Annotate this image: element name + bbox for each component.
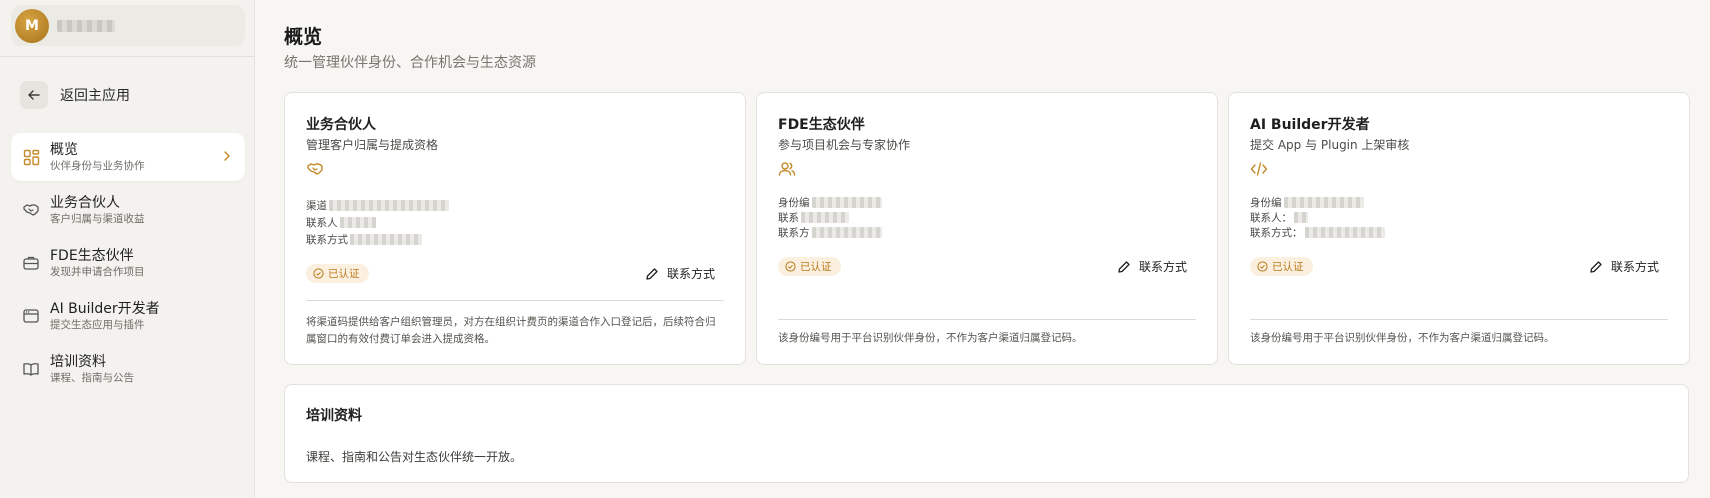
- contact-person-field: 联系人: [306, 215, 376, 230]
- divider: [778, 319, 1196, 320]
- sidebar-item-sublabel: 伙伴身份与业务协作: [50, 160, 145, 172]
- field-label: 联系: [778, 212, 799, 224]
- contact-button-label: 联系方式: [1138, 260, 1187, 274]
- verified-badge: 已认证: [306, 264, 369, 283]
- check-circle-icon: [313, 268, 324, 279]
- avatar[interactable]: M: [15, 8, 49, 43]
- field-label: 联系人: [306, 217, 338, 229]
- back-to-main-app[interactable]: 返回主应用: [20, 81, 130, 109]
- card-title: 业务合伙人: [306, 117, 376, 133]
- user-chip[interactable]: M: [11, 5, 245, 46]
- contact-info-field: 联系方: [778, 225, 882, 240]
- divider: [1250, 319, 1668, 320]
- contact-person-field: 联系: [778, 210, 849, 225]
- sidebar-divider: [0, 56, 254, 57]
- field-label: 联系方式: [306, 234, 348, 246]
- code-icon: [1250, 160, 1268, 178]
- sidebar-item-overview[interactable]: 概览 伙伴身份与业务协作: [11, 133, 245, 181]
- page-title: 概览: [284, 26, 323, 48]
- sidebar: M 返回主应用 概览 伙伴身份与业务协作 业务合伙人 客户归属与渠道收益 FDE…: [0, 0, 255, 498]
- pencil-icon: [646, 267, 658, 280]
- redacted-value: [339, 217, 376, 228]
- card-note: 该身份编号用于平台识别伙伴身份，不作为客户渠道归属登记码。: [778, 332, 1083, 344]
- sidebar-item-sublabel: 发现并申请合作项目: [50, 266, 145, 278]
- field-label: 联系方: [778, 227, 810, 239]
- contact-button[interactable]: 联系方式: [645, 265, 715, 282]
- users-icon: [778, 160, 796, 178]
- sidebar-item-ai-builder[interactable]: AI Builder开发者 提交生态应用与插件: [11, 292, 245, 340]
- badge-label: 已认证: [1272, 261, 1304, 273]
- check-circle-icon: [1257, 261, 1268, 272]
- redacted-value: [1283, 197, 1364, 208]
- handshake-icon: [306, 160, 324, 178]
- handshake-icon: [20, 199, 42, 221]
- redacted-value: [1294, 212, 1308, 223]
- field-label: 身份编: [1250, 197, 1282, 209]
- contact-button-label: 联系方式: [1610, 260, 1659, 274]
- sidebar-item-training[interactable]: 培训资料 课程、指南与公告: [11, 345, 245, 393]
- back-button[interactable]: [20, 81, 48, 109]
- card-note: 该身份编号用于平台识别伙伴身份，不作为客户渠道归属登记码。: [1250, 332, 1555, 344]
- verified-badge: 已认证: [778, 257, 841, 276]
- arrow-left-icon: [28, 90, 40, 100]
- card-subtitle: 参与项目机会与专家协作: [778, 138, 911, 152]
- training-title: 培训资料: [306, 408, 362, 424]
- contact-info-field: 联系方式: [306, 232, 422, 247]
- app-window-icon: [20, 305, 42, 327]
- sidebar-item-label: 概览: [50, 142, 78, 158]
- redacted-value: [350, 234, 422, 245]
- training-card[interactable]: 培训资料 课程、指南和公告对生态伙伴统一开放。: [284, 384, 1689, 483]
- badge-label: 已认证: [328, 268, 360, 280]
- pencil-icon: [1118, 260, 1130, 273]
- field-label: 联系方式：: [1250, 227, 1303, 239]
- verified-badge: 已认证: [1250, 257, 1313, 276]
- fde-partner-card: FDE生态伙伴 参与项目机会与专家协作 身份编 联系 联系方 已认证 联系方式 …: [756, 92, 1218, 365]
- back-label: 返回主应用: [60, 88, 130, 104]
- contact-button-label: 联系方式: [666, 267, 715, 281]
- badge-label: 已认证: [800, 261, 832, 273]
- chevron-right-icon: [224, 151, 230, 161]
- divider: [306, 300, 724, 301]
- card-title: AI Builder开发者: [1250, 117, 1370, 133]
- business-partner-card: 业务合伙人 管理客户归属与提成资格 渠道 联系人 联系方式 已认证 联系方式 将…: [284, 92, 746, 365]
- sidebar-item-fde-partner[interactable]: FDE生态伙伴 发现并申请合作项目: [11, 239, 245, 287]
- briefcase-icon: [20, 252, 42, 274]
- sidebar-item-sublabel: 提交生态应用与插件: [50, 319, 145, 331]
- sidebar-item-sublabel: 课程、指南与公告: [50, 372, 134, 384]
- identity-id-field: 身份编: [778, 195, 882, 210]
- field-label: 身份编: [778, 197, 810, 209]
- training-description: 课程、指南和公告对生态伙伴统一开放。: [306, 450, 523, 464]
- pencil-icon: [1590, 260, 1602, 273]
- dashboard-icon: [20, 146, 42, 168]
- ai-builder-card: AI Builder开发者 提交 App 与 Plugin 上架审核 身份编 联…: [1228, 92, 1690, 365]
- field-label: 渠道: [306, 200, 327, 212]
- redacted-value: [811, 227, 882, 238]
- sidebar-item-label: AI Builder开发者: [50, 301, 160, 317]
- card-title: FDE生态伙伴: [778, 117, 865, 133]
- card-note: 将渠道码提供给客户组织管理员，对方在组织计费页的渠道合作入口登记后，后续符合归属…: [306, 316, 716, 345]
- redacted-value: [1304, 227, 1385, 238]
- sidebar-item-label: 业务合伙人: [50, 195, 120, 211]
- user-name-redacted: [57, 19, 115, 32]
- page-subtitle: 统一管理伙伴身份、合作机会与生态资源: [284, 55, 536, 71]
- contact-person-field: 联系人：: [1250, 210, 1308, 225]
- contact-button[interactable]: 联系方式: [1589, 258, 1659, 275]
- contact-button[interactable]: 联系方式: [1117, 258, 1187, 275]
- sidebar-item-sublabel: 客户归属与渠道收益: [50, 213, 145, 225]
- redacted-value: [801, 212, 849, 223]
- channel-field: 渠道: [306, 198, 449, 213]
- sidebar-item-business-partner[interactable]: 业务合伙人 客户归属与渠道收益: [11, 186, 245, 234]
- sidebar-item-label: 培训资料: [50, 354, 106, 370]
- identity-id-field: 身份编: [1250, 195, 1364, 210]
- card-subtitle: 提交 App 与 Plugin 上架审核: [1250, 138, 1410, 152]
- book-open-icon: [20, 358, 42, 380]
- sidebar-item-label: FDE生态伙伴: [50, 248, 134, 264]
- check-circle-icon: [785, 261, 796, 272]
- card-subtitle: 管理客户归属与提成资格: [306, 138, 439, 152]
- redacted-value: [811, 197, 882, 208]
- contact-info-field: 联系方式：: [1250, 225, 1385, 240]
- field-label: 联系人：: [1250, 212, 1292, 224]
- redacted-value: [329, 200, 449, 211]
